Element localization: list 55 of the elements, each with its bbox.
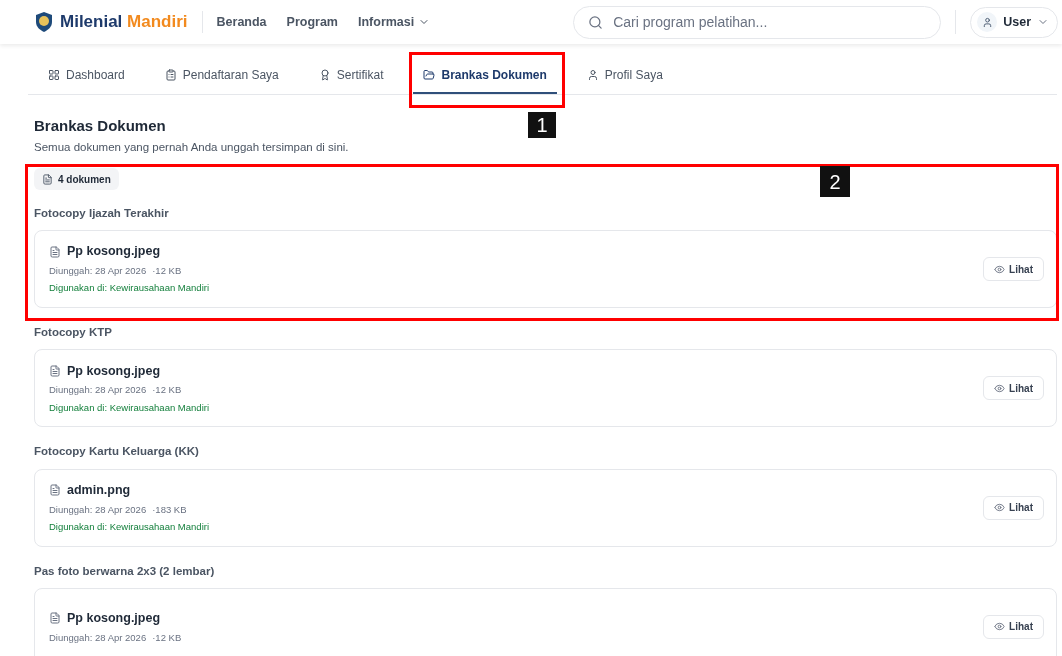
file-name: Pp kosong.jpeg (67, 609, 161, 627)
group-heading: Fotocopy Ijazah Terakhir (34, 205, 170, 221)
view-button[interactable]: Lihat (983, 614, 1044, 639)
view-button[interactable]: Lihat (983, 257, 1044, 281)
search-icon (588, 14, 604, 30)
document-icon (49, 245, 61, 258)
shield-logo-icon (34, 11, 54, 33)
file-name: admin.png (67, 481, 131, 499)
document-icon (42, 173, 53, 185)
user-icon (586, 69, 599, 81)
view-button[interactable]: Lihat (983, 376, 1044, 401)
document-icon (49, 484, 61, 497)
document-icon (49, 612, 61, 625)
search-input[interactable]: Cari program pelatihan... (613, 11, 927, 33)
document-icon (49, 365, 61, 377)
tab[interactable]: Sertifikat (308, 58, 394, 94)
annotation-number: 1 (528, 112, 556, 138)
nav-link[interactable]: Program (286, 12, 338, 32)
usage-note: Digunakan di: Kewirausahaan Mandiri (49, 400, 209, 415)
eye-icon (994, 263, 1006, 275)
nav-link[interactable]: Beranda (216, 12, 267, 32)
file-size: ·12 KB (152, 630, 182, 645)
page-title: Brankas Dokumen (34, 117, 166, 135)
upload-date: Diunggah: 28 Apr 2026 (49, 630, 147, 645)
group-heading: Fotocopy Kartu Keluarga (KK) (34, 444, 200, 460)
eye-icon (994, 382, 1006, 394)
group-heading: Pas foto berwarna 2x3 (2 lembar) (34, 563, 216, 579)
ribbon-icon (318, 69, 331, 81)
nav-link[interactable]: Informasi (358, 12, 431, 32)
file-size: ·12 KB (152, 383, 182, 398)
tab[interactable]: Pendaftaran Saya (154, 58, 289, 94)
upload-date: Diunggah: 28 Apr 2026 (49, 264, 147, 279)
eye-icon (994, 621, 1006, 633)
annotation-number: 2 (820, 166, 850, 197)
file-name: Pp kosong.jpeg (67, 243, 161, 261)
tab[interactable]: Brankas Dokumen (413, 58, 557, 94)
upload-date: Diunggah: 28 Apr 2026 (49, 383, 147, 398)
document-count-badge: 4 dokumen (34, 168, 119, 191)
eye-icon (994, 502, 1006, 513)
group-heading: Fotocopy KTP (34, 325, 113, 340)
avatar-icon (977, 12, 998, 32)
usage-note: Digunakan di: Kewirausahaan Mandiri (49, 281, 209, 296)
tab[interactable]: Dashboard (38, 58, 135, 94)
tab[interactable]: Profil Saya (576, 58, 673, 94)
clipboard-icon (164, 69, 177, 81)
page-subtitle: Semua dokumen yang pernah Anda unggah tersimpan di sini. (34, 140, 350, 155)
upload-date: Diunggah: 28 Apr 2026 (49, 502, 147, 517)
usage-note: Digunakan di: Kewirausahaan Mandiri (49, 519, 209, 534)
brand-name[interactable]: Milenial Mandiri (60, 9, 188, 35)
file-name: Pp kosong.jpeg (67, 362, 161, 380)
folder-icon (423, 69, 436, 81)
grid-icon (48, 69, 60, 81)
file-size: ·12 KB (152, 264, 182, 279)
view-button[interactable]: Lihat (983, 495, 1044, 520)
file-size: ·183 KB (152, 502, 187, 517)
